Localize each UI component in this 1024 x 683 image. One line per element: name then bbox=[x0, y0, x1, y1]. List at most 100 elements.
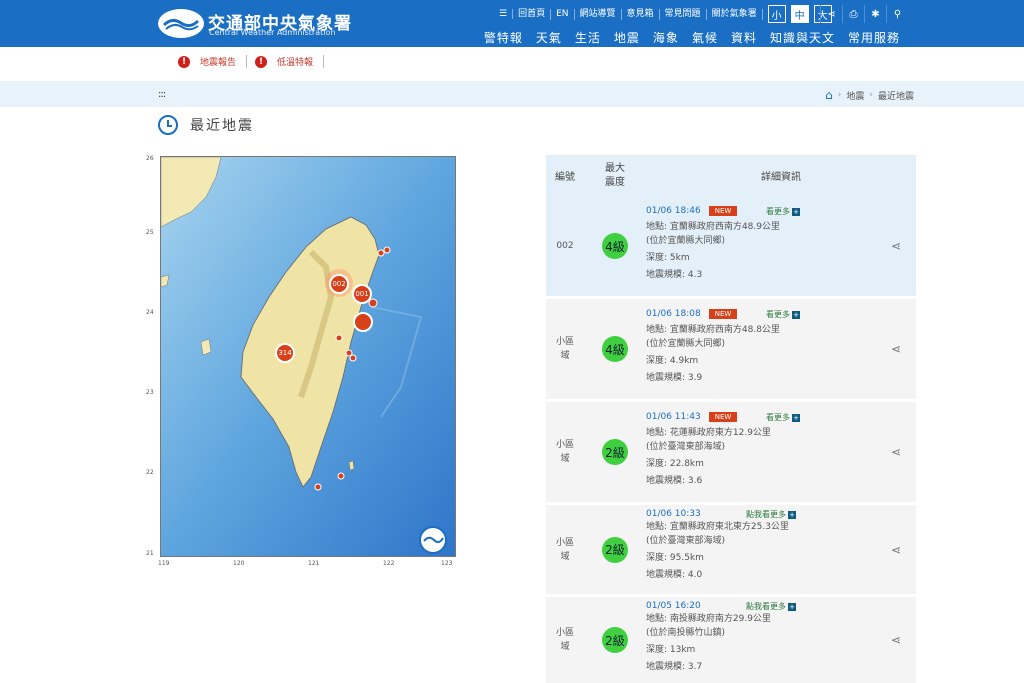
nav-weather[interactable]: 天氣 bbox=[536, 29, 562, 46]
site-subtitle: Central Weather Administration bbox=[209, 28, 336, 37]
share-icon[interactable]: ⋖ bbox=[876, 402, 916, 502]
quake-depth: 深度: 13km bbox=[646, 645, 696, 655]
y-tick: 22 bbox=[146, 469, 154, 476]
quake-magnitude: 地震規模: 4.0 bbox=[646, 570, 703, 580]
x-tick: 119 bbox=[158, 560, 170, 567]
quake-dot[interactable] bbox=[377, 249, 385, 257]
home-icon[interactable]: ⌂ bbox=[825, 88, 833, 102]
quake-dot[interactable] bbox=[349, 354, 357, 362]
quake-location: 地點: 宜蘭縣政府西南方48.9公里 bbox=[646, 222, 780, 232]
breadcrumb-recent[interactable]: 最近地震 bbox=[878, 89, 914, 102]
sitemap-link[interactable]: 網站導覽 bbox=[575, 8, 622, 20]
table-row[interactable]: 小區域 4級 01/06 18:08 NEW 看更多 + 地點: 宜蘭縣政府西南方4… bbox=[546, 299, 916, 399]
breadcrumb-earthquake[interactable]: 地震 bbox=[846, 89, 864, 102]
accesskey-dots[interactable]: ::: bbox=[158, 89, 166, 100]
quake-depth: 深度: 95.5km bbox=[646, 553, 704, 563]
more-link[interactable]: 看更多 + bbox=[766, 412, 800, 423]
more-link[interactable]: 點我看更多 + bbox=[746, 601, 796, 612]
quake-marker[interactable]: 314 bbox=[275, 343, 295, 363]
nav-earthquake[interactable]: 地震 bbox=[614, 29, 640, 46]
y-tick: 21 bbox=[146, 550, 154, 557]
quake-dot[interactable] bbox=[383, 246, 391, 254]
quake-magnitude: 地震規模: 3.9 bbox=[646, 373, 703, 383]
map-canvas[interactable]: 002 001 314 bbox=[160, 156, 456, 557]
new-badge: NEW bbox=[708, 206, 738, 216]
nav-knowledge[interactable]: 知識與天文 bbox=[770, 29, 835, 46]
font-size-medium-button[interactable]: 中 bbox=[790, 5, 809, 23]
row-detail: 01/06 18:46 NEW 看更多 + 地點: 宜蘭縣政府西南方48.9公里 (… bbox=[646, 196, 876, 296]
y-tick: 24 bbox=[146, 309, 154, 316]
quake-depth: 深度: 22.8km bbox=[646, 459, 704, 469]
quake-dot[interactable] bbox=[335, 334, 343, 342]
quake-marker[interactable]: 001 bbox=[352, 284, 372, 304]
search-icon[interactable]: ⚲ bbox=[886, 5, 908, 23]
quake-marker[interactable]: 002 bbox=[329, 274, 349, 294]
main-nav: 警特報 天氣 生活 地震 海象 氣候 資料 知識與天文 常用服務 bbox=[471, 29, 900, 46]
table-row[interactable]: 002 4級 01/06 18:46 NEW 看更多 + 地點: 宜蘭縣政府西南方4… bbox=[546, 196, 916, 296]
alert-label: 低溫特報 bbox=[277, 58, 314, 68]
quake-time: 01/06 18:46 bbox=[646, 206, 701, 216]
intensity-badge: 4級 bbox=[602, 233, 628, 259]
quake-dot[interactable] bbox=[337, 472, 345, 480]
more-link[interactable]: 看更多 + bbox=[766, 309, 800, 320]
clock-icon bbox=[158, 115, 178, 135]
nav-life[interactable]: 生活 bbox=[575, 29, 601, 46]
more-label: 點我看更多 bbox=[746, 602, 786, 611]
nav-warnings[interactable]: 警特報 bbox=[484, 29, 523, 46]
about-link[interactable]: 關於氣象署 bbox=[707, 8, 763, 20]
cwa-logo[interactable] bbox=[158, 9, 204, 38]
table-row[interactable]: 小區域 2級 01/06 10:33 點我看更多 + 地點: 宜蘭縣政府東北東方2… bbox=[546, 505, 916, 594]
alert-low-temperature[interactable]: ! 低溫特報 bbox=[255, 55, 325, 68]
font-size-small-button[interactable]: 小 bbox=[767, 5, 786, 23]
chevron-right-icon: › bbox=[869, 90, 873, 100]
table-row[interactable]: 小區域 2級 01/06 11:43 NEW 看更多 + 地點: 花蓮縣政府東方12… bbox=[546, 402, 916, 502]
more-label: 點我看更多 bbox=[746, 510, 786, 519]
print-icon[interactable]: ⎙ bbox=[842, 5, 864, 23]
more-label: 看更多 bbox=[766, 413, 790, 422]
table-row[interactable]: 小區域 2級 01/05 16:20 點我看更多 + 地點: 南投縣政府南方29.… bbox=[546, 597, 916, 683]
menu-icon[interactable]: ☰ bbox=[494, 9, 514, 19]
earthquake-map: 26 25 24 23 22 21 119 120 121 122 123 00… bbox=[146, 155, 458, 567]
share-icon[interactable]: ⋖ bbox=[876, 505, 916, 594]
exclamation-icon: ! bbox=[255, 55, 268, 68]
penghu-islands bbox=[200, 338, 212, 356]
gear-icon[interactable]: ✱ bbox=[864, 5, 886, 23]
more-link[interactable]: 點我看更多 + bbox=[746, 509, 796, 520]
quake-region: (位於宜蘭縣大同鄉) bbox=[646, 339, 726, 349]
new-badge: NEW bbox=[708, 412, 738, 422]
row-number: 002 bbox=[556, 241, 574, 251]
y-tick: 23 bbox=[146, 389, 154, 396]
y-tick: 26 bbox=[146, 155, 154, 162]
quake-dot[interactable] bbox=[368, 298, 378, 308]
nav-data[interactable]: 資料 bbox=[731, 29, 757, 46]
quake-region: (位於臺灣東部海域) bbox=[646, 536, 726, 546]
row-detail: 01/06 10:33 點我看更多 + 地點: 宜蘭縣政府東北東方25.3公里 (… bbox=[646, 505, 876, 594]
nav-services[interactable]: 常用服務 bbox=[848, 29, 900, 46]
y-tick: 25 bbox=[146, 229, 154, 236]
page-title: 最近地震 bbox=[190, 118, 254, 134]
quake-region: (位於宜蘭縣大同鄉) bbox=[646, 236, 726, 246]
home-link[interactable]: 回首頁 bbox=[513, 8, 552, 20]
faq-link[interactable]: 常見問題 bbox=[660, 8, 707, 20]
chevron-right-icon: › bbox=[837, 90, 842, 100]
share-icon[interactable]: ⋖ bbox=[876, 299, 916, 399]
more-link[interactable]: 看更多 + bbox=[766, 206, 800, 217]
share-icon[interactable]: ⋖ bbox=[820, 5, 842, 23]
quake-region: (位於臺灣東部海域) bbox=[646, 442, 726, 452]
row-detail: 01/05 16:20 點我看更多 + 地點: 南投縣政府南方29.9公里 (位於… bbox=[646, 597, 876, 683]
share-icon[interactable]: ⋖ bbox=[876, 196, 916, 296]
page-title-block: 最近地震 bbox=[158, 115, 254, 135]
quake-dot[interactable] bbox=[314, 483, 322, 491]
share-icon[interactable]: ⋖ bbox=[876, 597, 916, 683]
feedback-link[interactable]: 意見箱 bbox=[622, 8, 660, 20]
intensity-badge: 4級 bbox=[602, 336, 628, 362]
row-number: 小區域 bbox=[556, 337, 575, 361]
x-tick: 121 bbox=[308, 560, 320, 567]
alert-earthquake-report[interactable]: ! 地震報告 bbox=[178, 55, 248, 68]
plus-icon: + bbox=[788, 510, 796, 519]
quake-magnitude: 地震規模: 4.3 bbox=[646, 270, 703, 280]
nav-climate[interactable]: 氣候 bbox=[692, 29, 718, 46]
nav-marine[interactable]: 海象 bbox=[653, 29, 679, 46]
quake-dot[interactable] bbox=[353, 312, 373, 332]
english-link[interactable]: EN bbox=[551, 8, 575, 20]
